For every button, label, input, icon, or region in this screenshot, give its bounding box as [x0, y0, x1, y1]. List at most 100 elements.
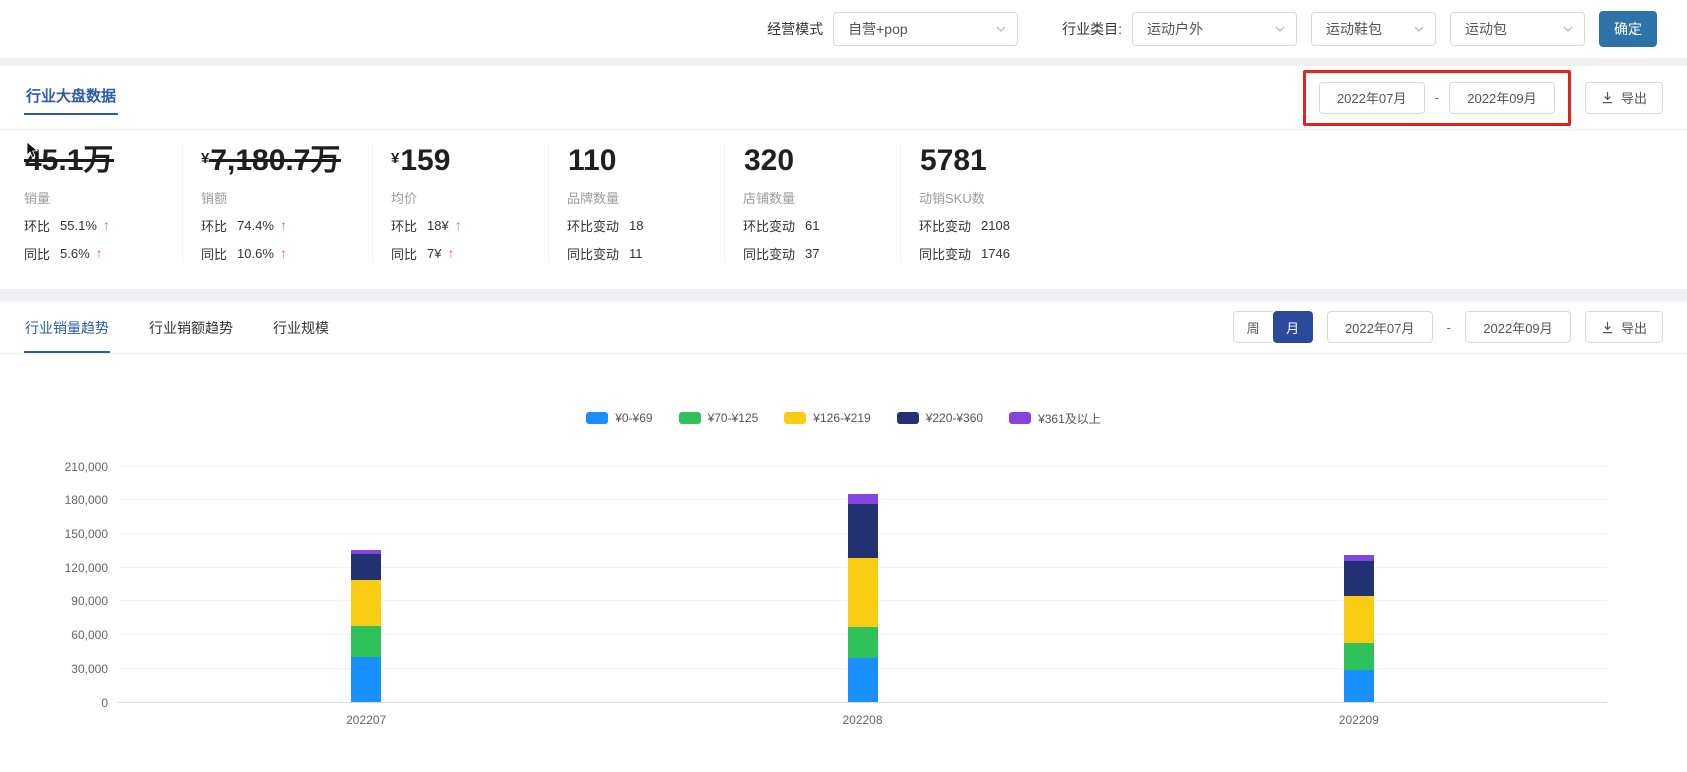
bar-segment-¥220-¥360[interactable]: [848, 504, 878, 558]
filter-group-mode: 经营模式 自营+pop: [767, 12, 1032, 46]
legend-item[interactable]: ¥361及以上: [1009, 410, 1101, 427]
stat-mom-row: 环比变动61: [743, 216, 900, 235]
stat-label: 销额: [201, 188, 372, 207]
bar-segment-¥361及以上[interactable]: [848, 494, 878, 504]
filter-group-category: 行业类目: 运动户外 运动鞋包 运动包 确定: [1062, 11, 1657, 47]
stat-label: 品牌数量: [567, 188, 724, 207]
overview-export-button[interactable]: 导出: [1585, 82, 1663, 114]
overview-date-from[interactable]: 2022年07月: [1319, 82, 1425, 114]
section-divider: [0, 289, 1687, 302]
bar-segment-¥70-¥125[interactable]: [351, 626, 381, 656]
y-axis-tick: 120,000: [65, 561, 108, 575]
overview-title-tab[interactable]: 行业大盘数据: [24, 81, 118, 115]
bar-segment-¥0-¥69[interactable]: [1344, 670, 1374, 701]
legend-item[interactable]: ¥126-¥219: [784, 411, 870, 425]
mode-label: 经营模式: [767, 19, 823, 39]
filter-bar: 经营模式 自营+pop 行业类目: 运动户外 运动鞋包 运动包: [0, 0, 1687, 58]
chevron-down-icon: [995, 23, 1007, 35]
trend-export-button[interactable]: 导出: [1585, 311, 1663, 343]
stat-label: 销量: [24, 188, 182, 207]
trend-header: 行业销量趋势 行业销额趋势 行业规模 周 月 2022年07月 - 2022年0…: [0, 302, 1687, 354]
y-axis-tick: 150,000: [65, 527, 108, 541]
download-icon: [1601, 91, 1614, 104]
bar-segment-¥126-¥219[interactable]: [1344, 596, 1374, 643]
stat-mom-row: 环比变动2108: [919, 216, 1076, 235]
bar-segment-¥0-¥69[interactable]: [848, 658, 878, 702]
category-select-value: 运动户外: [1147, 19, 1203, 39]
y-axis-tick: 60,000: [71, 628, 108, 642]
chart-plot: 030,00060,00090,000120,000150,000180,000…: [118, 467, 1607, 703]
period-toggle: 周 月: [1233, 311, 1313, 343]
bar-segment-¥0-¥69[interactable]: [351, 657, 381, 702]
overview-section: 行业大盘数据 2022年07月 - 2022年09月 导出 45.1万 销量 环…: [0, 66, 1687, 289]
trend-section: 行业销量趋势 行业销额趋势 行业规模 周 月 2022年07月 - 2022年0…: [0, 302, 1687, 772]
up-arrow-icon: ↑: [96, 246, 103, 260]
mode-select[interactable]: 自营+pop: [833, 12, 1018, 46]
stacked-bar-202209[interactable]: [1344, 555, 1374, 702]
legend-swatch: [897, 412, 919, 424]
period-week-button[interactable]: 周: [1233, 311, 1273, 343]
highlight-box: 2022年07月 - 2022年09月: [1303, 70, 1571, 126]
subcategory-select[interactable]: 运动鞋包: [1311, 12, 1436, 46]
tab-industry-scale[interactable]: 行业规模: [272, 302, 330, 353]
confirm-button[interactable]: 确定: [1599, 11, 1657, 47]
stat-mom-row: 环比74.4%↑: [201, 216, 372, 235]
stat-yoy-row: 同比变动1746: [919, 244, 1076, 263]
trend-date-from[interactable]: 2022年07月: [1327, 311, 1433, 343]
legend-label: ¥0-¥69: [615, 411, 652, 425]
legend-label: ¥220-¥360: [926, 411, 983, 425]
y-axis-tick: 30,000: [71, 662, 108, 676]
stat-yoy-row: 同比7¥↑: [391, 244, 548, 263]
bar-segment-¥220-¥360[interactable]: [351, 554, 381, 580]
bar-segment-¥126-¥219[interactable]: [848, 558, 878, 628]
x-axis-label: 202209: [1339, 713, 1379, 727]
bar-segment-¥70-¥125[interactable]: [1344, 643, 1374, 670]
legend-item[interactable]: ¥70-¥125: [679, 411, 759, 425]
export-label: 导出: [1621, 88, 1647, 107]
export-label: 导出: [1621, 318, 1647, 337]
chevron-down-icon: [1413, 23, 1425, 35]
x-axis-line: [118, 702, 1607, 703]
category-select[interactable]: 运动户外: [1132, 12, 1297, 46]
category-label: 行业类目:: [1062, 19, 1122, 39]
stat-value: 45.1万: [24, 144, 182, 179]
up-arrow-icon: ↑: [455, 218, 462, 232]
up-arrow-icon: ↑: [280, 218, 287, 232]
tab-sales-volume-trend[interactable]: 行业销量趋势: [24, 302, 110, 353]
subsubcategory-select-value: 运动包: [1465, 19, 1507, 39]
subsubcategory-select[interactable]: 运动包: [1450, 12, 1585, 46]
subcategory-select-value: 运动鞋包: [1326, 19, 1382, 39]
stacked-bar-202208[interactable]: [848, 494, 878, 702]
overview-date-to[interactable]: 2022年09月: [1449, 82, 1555, 114]
legend-label: ¥70-¥125: [708, 411, 759, 425]
stat-card-sales-amount: ¥7,180.7万 销额 环比74.4%↑ 同比10.6%↑: [182, 144, 372, 263]
stat-label: 动销SKU数: [919, 188, 1076, 207]
stacked-bar-chart: 030,00060,00090,000120,000150,000180,000…: [64, 467, 1607, 703]
chevron-down-icon: [1274, 23, 1286, 35]
stat-label: 均价: [391, 188, 548, 207]
stat-card-sku-count: 5781 动销SKU数 环比变动2108 同比变动1746: [900, 144, 1076, 263]
legend-swatch: [586, 412, 608, 424]
stat-yoy-row: 同比10.6%↑: [201, 244, 372, 263]
stacked-bar-202207[interactable]: [351, 550, 381, 702]
date-range-separator: -: [1447, 320, 1451, 335]
legend-swatch: [784, 412, 806, 424]
bar-segment-¥126-¥219[interactable]: [351, 580, 381, 626]
legend-item[interactable]: ¥0-¥69: [586, 411, 652, 425]
stat-card-shop-count: 320 店铺数量 环比变动61 同比变动37: [724, 144, 900, 263]
legend-item[interactable]: ¥220-¥360: [897, 411, 983, 425]
stat-mom-row: 环比18¥↑: [391, 216, 548, 235]
bar-segment-¥220-¥360[interactable]: [1344, 561, 1374, 596]
stat-yoy-row: 同比变动11: [567, 244, 724, 263]
y-axis-tick: 210,000: [65, 460, 108, 474]
stat-value: 5781: [919, 144, 1076, 179]
bar-segment-¥70-¥125[interactable]: [848, 627, 878, 657]
stat-card-sales-volume: 45.1万 销量 环比55.1%↑ 同比5.6%↑: [24, 144, 182, 263]
legend-swatch: [1009, 412, 1031, 424]
tab-sales-amount-trend[interactable]: 行业销额趋势: [148, 302, 234, 353]
stats-row: 45.1万 销量 环比55.1%↑ 同比5.6%↑ ¥7,180.7万 销额 环…: [0, 130, 1687, 289]
stat-card-avg-price: ¥159 均价 环比18¥↑ 同比7¥↑: [372, 144, 548, 263]
period-month-button[interactable]: 月: [1273, 311, 1313, 343]
trend-date-to[interactable]: 2022年09月: [1465, 311, 1571, 343]
stat-yoy-row: 同比5.6%↑: [24, 244, 182, 263]
